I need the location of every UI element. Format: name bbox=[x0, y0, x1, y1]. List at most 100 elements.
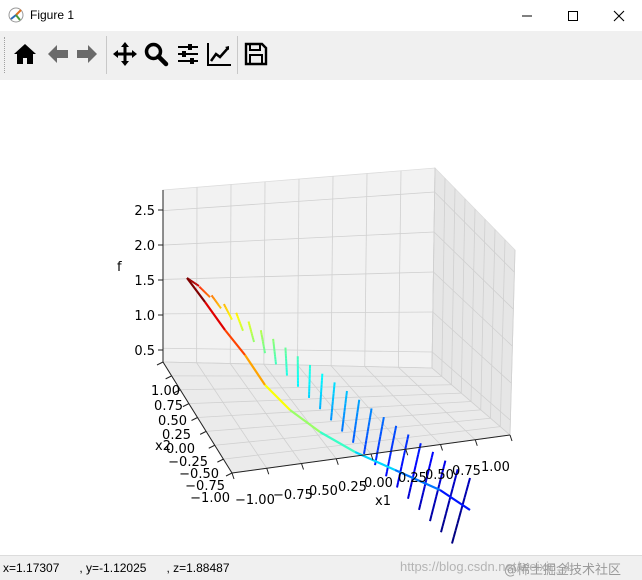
surface-segment bbox=[371, 408, 372, 413]
x1-tick bbox=[441, 445, 443, 451]
surface-segment bbox=[217, 303, 218, 304]
surface-segment bbox=[403, 456, 404, 461]
pan-button[interactable] bbox=[111, 40, 139, 68]
surface-segment bbox=[249, 324, 250, 326]
surface-segment bbox=[368, 427, 369, 432]
x1-tick bbox=[406, 449, 408, 455]
surface-segment bbox=[250, 326, 251, 328]
toolbar bbox=[0, 31, 642, 81]
surface-segment bbox=[212, 295, 213, 296]
surface-segment bbox=[226, 309, 227, 311]
magnifier-icon bbox=[142, 40, 170, 68]
surface-segment bbox=[432, 509, 434, 515]
x1-tick-label: 0.75 bbox=[452, 464, 481, 479]
coordinates-readout: x=1.17307 , y=-1.12025 , z=1.88487 bbox=[3, 561, 230, 575]
surface-segment bbox=[253, 340, 254, 342]
x2-tick bbox=[166, 376, 172, 379]
surface-segment bbox=[451, 488, 453, 494]
x2-tick bbox=[209, 445, 215, 448]
surface-segment bbox=[229, 313, 230, 315]
forward-button[interactable] bbox=[73, 40, 101, 68]
surface-segment bbox=[252, 334, 253, 336]
subplots-button[interactable] bbox=[174, 40, 202, 68]
surface-segment bbox=[201, 289, 202, 290]
surface-segment bbox=[364, 449, 365, 454]
surface-segment bbox=[369, 422, 370, 427]
figure-canvas[interactable]: 2.5 2.0 1.5 1.0 0.5 f 1.00 0.75 0.50 0.2… bbox=[0, 80, 642, 555]
surface-segment bbox=[228, 312, 229, 314]
surface-segment bbox=[218, 304, 219, 305]
surface-segment bbox=[376, 456, 377, 461]
customize-button[interactable] bbox=[205, 40, 233, 68]
arrow-right-icon bbox=[73, 40, 101, 68]
surface-segment bbox=[381, 427, 382, 432]
surface-segment bbox=[443, 520, 445, 526]
surface-segment bbox=[193, 282, 194, 283]
x2-tick-label: 0.75 bbox=[154, 399, 183, 414]
toolbar-separator bbox=[106, 36, 107, 74]
zoom-button[interactable] bbox=[142, 40, 170, 68]
surface-segment bbox=[422, 493, 423, 499]
surface-segment bbox=[253, 338, 254, 340]
surface-segment bbox=[242, 327, 243, 329]
arrow-left-icon bbox=[44, 40, 72, 68]
x1-tick-label: 0.00 bbox=[364, 476, 393, 491]
surface-segment bbox=[419, 504, 420, 510]
surface-segment bbox=[206, 293, 207, 294]
x1-tick-label: 0.25 bbox=[398, 471, 427, 486]
z-tick-label: 1.5 bbox=[134, 274, 155, 289]
floppy-icon bbox=[242, 40, 270, 68]
surface-segment bbox=[224, 304, 225, 306]
z-axis-label: f bbox=[117, 260, 122, 275]
surface-segment bbox=[209, 296, 210, 297]
surface-segment bbox=[466, 485, 468, 492]
surface-segment bbox=[237, 315, 238, 317]
surface-segment bbox=[380, 432, 381, 437]
surface-segment bbox=[241, 325, 242, 327]
surface-segment bbox=[251, 330, 252, 332]
surface-segment bbox=[249, 321, 250, 323]
close-button[interactable] bbox=[596, 0, 642, 31]
surface-segment bbox=[370, 413, 371, 418]
surface-segment bbox=[406, 440, 407, 445]
x1-tick bbox=[336, 459, 338, 465]
save-button[interactable] bbox=[242, 40, 270, 68]
z-tick-label: 2.0 bbox=[134, 239, 155, 254]
surface-segment bbox=[392, 441, 393, 446]
surface-segment bbox=[356, 421, 357, 425]
surface-segment bbox=[213, 297, 214, 298]
surface-segment bbox=[204, 291, 205, 292]
surface-segment bbox=[198, 285, 199, 286]
surface-segment bbox=[369, 418, 370, 423]
surface-segment bbox=[238, 318, 239, 320]
window-title: Figure 1 bbox=[30, 8, 74, 22]
surface-segment bbox=[402, 461, 403, 466]
x1-tick-label: 1.00 bbox=[481, 460, 510, 475]
x2-tick bbox=[157, 362, 163, 365]
x2-axis-label: x2 bbox=[155, 439, 171, 454]
x2-tick bbox=[200, 431, 206, 434]
x2-tick bbox=[217, 459, 223, 462]
maximize-icon bbox=[567, 10, 579, 22]
surface-segment bbox=[216, 302, 217, 303]
home-button[interactable] bbox=[11, 40, 39, 68]
surface-segment bbox=[408, 493, 409, 499]
surface-segment bbox=[251, 332, 252, 334]
back-button[interactable] bbox=[44, 40, 72, 68]
surface-segment bbox=[383, 417, 384, 422]
surface-segment bbox=[432, 452, 433, 458]
3d-axes[interactable]: 2.5 2.0 1.5 1.0 0.5 f 1.00 0.75 0.50 0.2… bbox=[0, 80, 642, 555]
surface-segment bbox=[226, 307, 227, 309]
minimize-button[interactable] bbox=[504, 0, 550, 31]
surface-segment bbox=[452, 537, 454, 544]
x2-tick bbox=[192, 418, 198, 421]
maximize-button[interactable] bbox=[550, 0, 596, 31]
surface-segment bbox=[430, 458, 431, 464]
status-bar: x=1.17307 , y=-1.12025 , z=1.88487 https… bbox=[0, 555, 642, 580]
surface-segment bbox=[203, 290, 204, 291]
line-chart-icon bbox=[205, 40, 233, 68]
surface-segment bbox=[195, 284, 196, 285]
toolbar-grip[interactable] bbox=[4, 37, 7, 73]
surface-segment bbox=[382, 422, 383, 427]
surface-segment bbox=[239, 320, 240, 322]
